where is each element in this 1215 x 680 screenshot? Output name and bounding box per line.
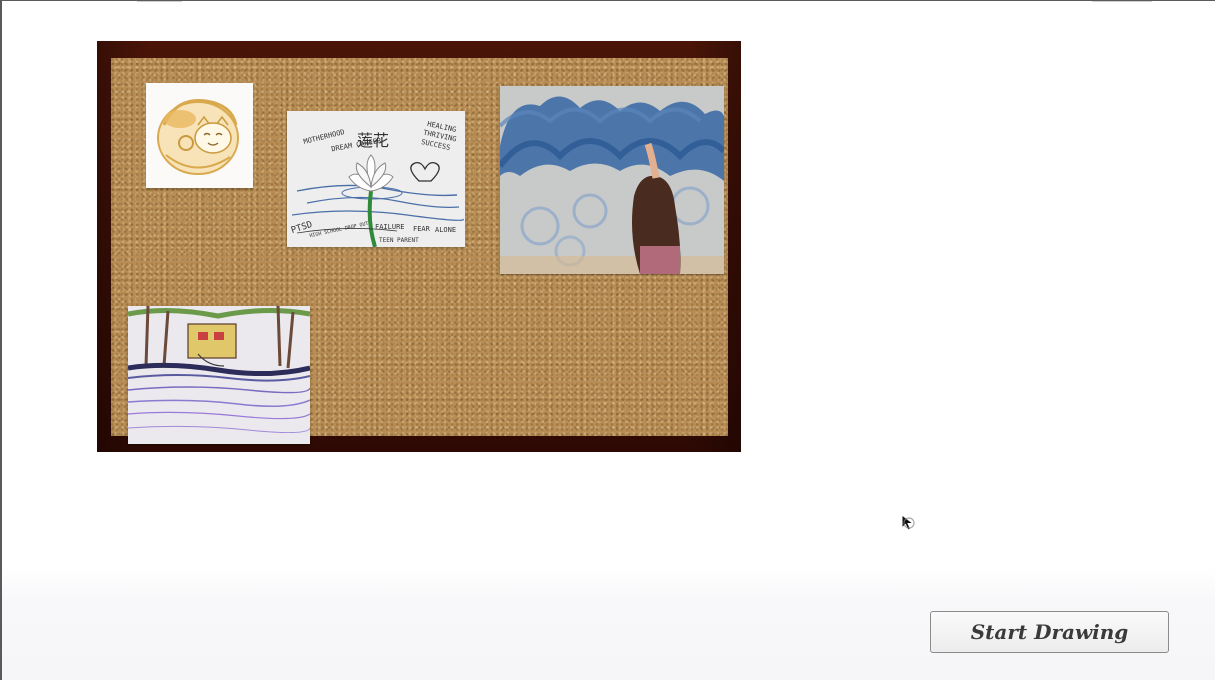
app-window: MOTHERHOOD DREAM CAREER 莲花 HEALING THRIV… [0, 0, 1215, 680]
lake-sketch-icon [128, 306, 310, 444]
start-drawing-button[interactable]: Start Drawing [930, 611, 1169, 653]
cat-sticker-icon [157, 99, 239, 175]
lotus-text-fear: FEAR [413, 225, 430, 233]
chalk-waves-card[interactable] [500, 86, 724, 274]
cat-sticker-card[interactable] [146, 83, 253, 188]
lake-sketch-card[interactable] [128, 306, 310, 444]
arrow-cursor-icon [901, 514, 915, 531]
corkboard: MOTHERHOOD DREAM CAREER 莲花 HEALING THRIV… [97, 41, 741, 452]
top-divider [1092, 1, 1152, 2]
lotus-text-alone: ALONE [435, 226, 457, 234]
top-divider [137, 1, 182, 2]
lotus-text-failure: FAILURE [375, 223, 405, 231]
lotus-text-chars: 莲花 [357, 131, 390, 150]
lotus-text-teen-parent: TEEN PARENT [379, 237, 419, 244]
cork-surface: MOTHERHOOD DREAM CAREER 莲花 HEALING THRIV… [111, 58, 728, 444]
lotus-drawing-card[interactable]: MOTHERHOOD DREAM CAREER 莲花 HEALING THRIV… [287, 111, 465, 247]
chalk-waves-icon [500, 86, 724, 274]
